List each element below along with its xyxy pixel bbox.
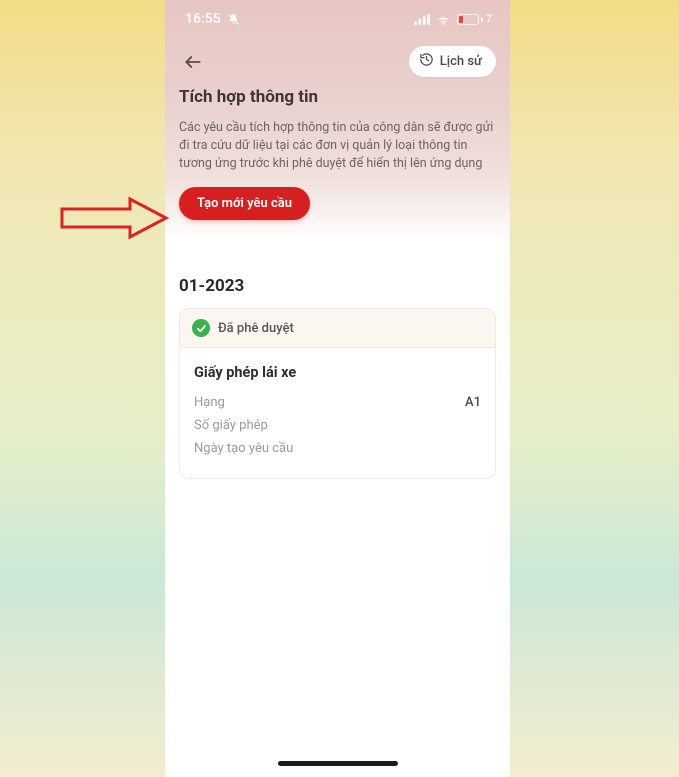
wifi-icon [436,14,451,25]
field-row: Số giấy phép [194,414,481,437]
phone-frame: 16:55 [165,0,510,777]
section-month-label: 01-2023 [179,276,496,296]
header-gradient-area: 16:55 [165,0,510,240]
status-bar: 16:55 [165,0,510,38]
content-area: 01-2023 Đã phê duyệt Giấy phép lái xe Hạ… [165,240,510,755]
battery-percent: 7 [486,14,492,25]
page-description: Các yêu cầu tích hợp thông tin của công … [165,109,510,173]
status-time: 16:55 [185,11,221,27]
battery-tip [481,17,483,22]
request-card[interactable]: Đã phê duyệt Giấy phép lái xe Hạng A1 Số… [179,308,496,479]
field-label: Số giấy phép [194,418,268,433]
bell-silent-icon [227,13,240,26]
nav-row: Lịch sử [165,38,510,77]
page-title: Tích hợp thông tin [165,77,510,109]
field-row: Ngày tạo yêu cầu [194,437,481,460]
field-label: Hạng [194,395,225,410]
battery-fill [459,16,463,23]
create-request-label: Tạo mới yêu cầu [197,196,292,211]
create-request-button[interactable]: Tạo mới yêu cầu [179,187,310,220]
battery-shell-icon [457,14,479,25]
history-label: Lịch sử [440,54,482,69]
annotation-arrow-icon [60,195,170,245]
create-row: Tạo mới yêu cầu [165,173,510,220]
home-indicator[interactable] [278,761,398,766]
field-label: Ngày tạo yêu cầu [194,441,293,456]
back-button[interactable] [179,48,207,76]
battery-indicator: 7 [457,14,492,25]
field-value: A1 [465,395,481,410]
home-indicator-area [165,755,510,777]
arrow-left-icon [183,52,203,72]
history-button[interactable]: Lịch sử [409,46,496,77]
field-row: Hạng A1 [194,391,481,414]
card-body: Giấy phép lái xe Hạng A1 Số giấy phép Ng… [180,348,495,478]
status-bar-right: 7 [414,14,492,25]
card-header: Đã phê duyệt [180,309,495,348]
card-title: Giấy phép lái xe [194,364,481,381]
history-icon [419,52,434,71]
status-bar-left: 16:55 [185,11,240,27]
status-text: Đã phê duyệt [218,321,294,336]
cellular-icon [414,14,430,25]
status-approved-icon [192,319,210,337]
